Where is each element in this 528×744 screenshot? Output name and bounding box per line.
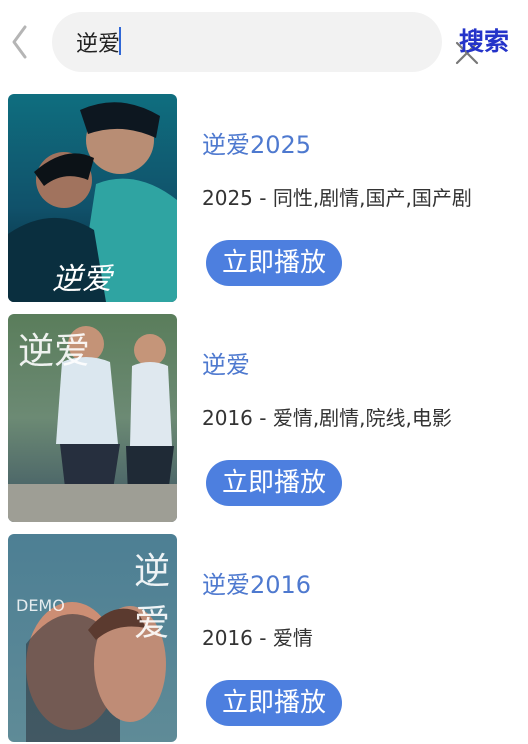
search-input[interactable] xyxy=(76,22,376,62)
result-meta: 2025 - 同性,剧情,国产,国产剧 xyxy=(202,186,472,210)
result-meta: 2016 - 爱情 xyxy=(202,626,313,650)
poster-image[interactable]: DEMO 逆爱 xyxy=(8,534,177,742)
result-title[interactable]: 逆爱 xyxy=(202,350,250,380)
poster-image[interactable]: 逆爱 xyxy=(8,314,177,522)
search-bar[interactable] xyxy=(52,12,479,72)
play-button[interactable]: 立即播放 xyxy=(206,460,342,506)
result-card[interactable]: DEMO 逆爱 逆爱2016 2016 - 爱情 立即播放 xyxy=(0,524,528,744)
poster-watermark-text: DEMO xyxy=(16,596,65,615)
back-icon[interactable] xyxy=(6,22,34,62)
text-cursor xyxy=(119,27,121,55)
poster-image[interactable]: 逆爱 xyxy=(8,94,177,302)
poster-title-text: 逆爱 xyxy=(52,262,112,297)
search-button[interactable]: 搜索 xyxy=(459,22,509,62)
result-card[interactable]: 逆爱 逆爱2025 2025 - 同性,剧情,国产,国产剧 立即播放 xyxy=(0,84,528,304)
top-bar: 搜索 xyxy=(0,0,528,84)
play-button[interactable]: 立即播放 xyxy=(206,680,342,726)
play-button[interactable]: 立即播放 xyxy=(206,240,342,286)
poster-title-text: 逆爱 xyxy=(18,331,91,372)
result-card[interactable]: 逆爱 逆爱 2016 - 爱情,剧情,院线,电影 立即播放 xyxy=(0,304,528,524)
poster-title-text: 逆爱 xyxy=(134,551,171,644)
result-meta: 2016 - 爱情,剧情,院线,电影 xyxy=(202,406,452,430)
result-title[interactable]: 逆爱2016 xyxy=(202,570,311,600)
result-title[interactable]: 逆爱2025 xyxy=(202,130,311,160)
